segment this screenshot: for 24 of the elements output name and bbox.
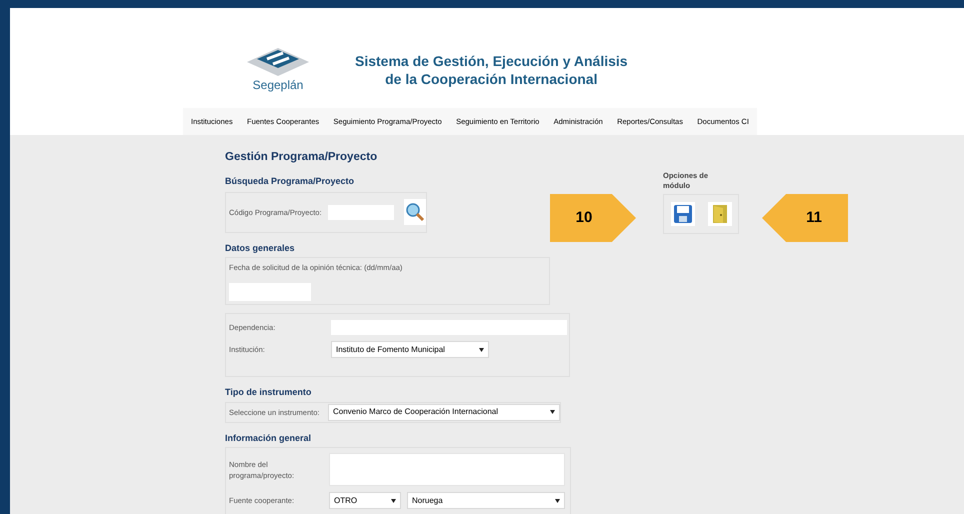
exit-button[interactable] (708, 202, 732, 226)
page-title: Gestión Programa/Proyecto (225, 150, 378, 165)
caret-icon (479, 348, 484, 352)
name-field[interactable] (329, 453, 565, 486)
search-icon (405, 202, 426, 222)
callout-marker: 11 (762, 194, 848, 242)
section-heading: Información general (225, 432, 312, 445)
callout-marker: 10 (550, 194, 636, 242)
source-country-dropdown[interactable]: Noruega (407, 492, 565, 510)
save-button[interactable] (670, 202, 694, 226)
logo-icon (247, 48, 309, 76)
section-heading: Datos generales (225, 242, 296, 255)
search-button[interactable] (404, 199, 426, 226)
caret-icon (550, 410, 555, 414)
door-icon (710, 204, 728, 224)
section-heading: Tipo de instrumento (225, 386, 312, 400)
instrument-dropdown[interactable]: Convenio Marco de Cooperación Internacional (328, 404, 560, 421)
logo-text: Segeplán (252, 77, 304, 94)
caret-icon (555, 498, 560, 503)
section-heading: Búsqueda Programa/Proyecto (225, 175, 356, 188)
caret-icon (391, 498, 396, 503)
source-type-dropdown[interactable]: OTRO (329, 492, 401, 510)
site-title: Sistema de Gestión, Ejecución y Análisis de la Cooperación Internacional (355, 52, 628, 88)
institution-dropdown[interactable]: Instituto de Fomento Municipal (331, 341, 489, 358)
